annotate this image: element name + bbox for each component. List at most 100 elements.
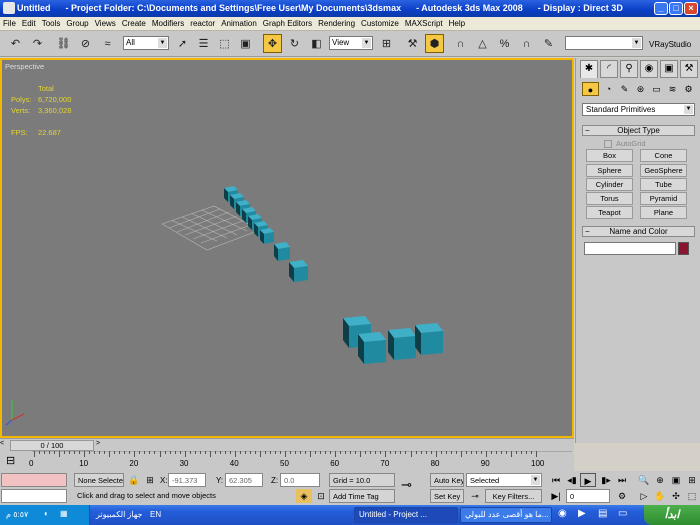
menu-views[interactable]: Views bbox=[92, 17, 119, 28]
cone-button[interactable]: Cone bbox=[640, 149, 687, 162]
menu-edit[interactable]: Edit bbox=[19, 17, 39, 28]
task-browser[interactable]: ما هو أقصى عدد للبولي... bbox=[460, 507, 552, 523]
menu-rendering[interactable]: Rendering bbox=[315, 17, 358, 28]
modify-tab-icon[interactable]: ◜ bbox=[600, 60, 618, 78]
menu-modifiers[interactable]: Modifiers bbox=[149, 17, 187, 28]
quicklaunch-desktop-icon[interactable]: ▭ bbox=[618, 508, 627, 519]
lights-icon[interactable]: ✎ bbox=[616, 82, 633, 96]
slider-next-arrow[interactable]: > bbox=[96, 440, 106, 450]
torus-button[interactable]: Torus bbox=[586, 192, 633, 205]
undo-icon[interactable]: ↶ bbox=[6, 34, 25, 53]
go-to-start-icon[interactable]: ⏮ bbox=[548, 473, 564, 487]
time-configuration-icon[interactable]: ⚙ bbox=[614, 489, 630, 503]
track-bar[interactable]: ⊟ 0 10 20 30 40 50 60 70 80 90 100 bbox=[0, 451, 574, 471]
select-by-name-icon[interactable]: ☰ bbox=[194, 34, 213, 53]
perspective-viewport[interactable]: Perspective Total Polys: 6,720,000 Verts… bbox=[0, 58, 574, 438]
maximize-button[interactable]: □ bbox=[669, 2, 683, 15]
redo-icon[interactable]: ↷ bbox=[28, 34, 47, 53]
menu-maxscript[interactable]: MAXScript bbox=[402, 17, 446, 28]
pan-view-icon[interactable]: ✋ bbox=[652, 489, 668, 503]
arc-rotate-icon[interactable]: ✣ bbox=[668, 489, 684, 503]
hierarchy-tab-icon[interactable]: ⚲ bbox=[620, 60, 638, 78]
edit-named-selection-icon[interactable]: ✎ bbox=[539, 34, 558, 53]
key-mode-toggle-icon[interactable]: ▶| bbox=[548, 489, 564, 503]
pivot-center-icon[interactable]: ⊞ bbox=[377, 34, 396, 53]
selection-toggle-icon[interactable]: ⊡ bbox=[313, 489, 329, 503]
space-warps-icon[interactable]: ≋ bbox=[664, 82, 681, 96]
set-key-button[interactable]: Set Key bbox=[430, 489, 464, 503]
angle-snap-icon[interactable]: △ bbox=[473, 34, 492, 53]
selection-lock-icon[interactable]: 🔒 bbox=[126, 473, 142, 487]
quicklaunch-folder-icon[interactable]: ▤ bbox=[598, 508, 607, 519]
menu-file[interactable]: File bbox=[0, 17, 19, 28]
zoom-all-icon[interactable]: ⊕ bbox=[652, 473, 668, 487]
time-slider-thumb[interactable]: 0 / 100 bbox=[10, 440, 94, 451]
create-tab-icon[interactable]: ✱ bbox=[580, 60, 598, 78]
spinner-snap-icon[interactable]: ∩ bbox=[517, 34, 536, 53]
menu-reactor[interactable]: reactor bbox=[187, 17, 218, 28]
go-to-end-icon[interactable]: ⏭ bbox=[614, 473, 630, 487]
close-button[interactable]: × bbox=[684, 2, 698, 15]
clock[interactable]: ٥:٥٧ م bbox=[6, 510, 28, 519]
cylinder-button[interactable]: Cylinder bbox=[586, 178, 633, 191]
select-and-rotate-icon[interactable]: ↻ bbox=[285, 34, 304, 53]
zoom-extents-all-icon[interactable]: ⊞ bbox=[684, 473, 700, 487]
cameras-icon[interactable]: ⊛ bbox=[632, 82, 649, 96]
select-and-scale-icon[interactable]: ◧ bbox=[307, 34, 326, 53]
window-crossing-icon[interactable]: ▣ bbox=[236, 34, 255, 53]
app-icon[interactable] bbox=[3, 2, 15, 14]
x-coordinate-field[interactable]: -91.373 bbox=[168, 473, 206, 487]
transform-gizmo-icon[interactable]: ◈ bbox=[296, 489, 312, 503]
previous-frame-icon[interactable]: ◂▮ bbox=[564, 473, 580, 487]
motion-tab-icon[interactable]: ◉ bbox=[640, 60, 658, 78]
zoom-extents-icon[interactable]: ▣ bbox=[668, 473, 684, 487]
link-icon[interactable]: ⛓ bbox=[54, 34, 73, 53]
sphere-button[interactable]: Sphere bbox=[586, 164, 633, 177]
open-mini-curve-editor-icon[interactable]: ⊟ bbox=[6, 454, 15, 467]
minimize-button[interactable]: _ bbox=[654, 2, 668, 15]
maximize-viewport-icon[interactable]: ⬚ bbox=[684, 489, 700, 503]
menu-graph-editors[interactable]: Graph Editors bbox=[260, 17, 315, 28]
selection-filter-dropdown[interactable]: All ▼ bbox=[123, 36, 169, 50]
pyramid-button[interactable]: Pyramid bbox=[640, 192, 687, 205]
menu-animation[interactable]: Animation bbox=[218, 17, 260, 28]
teapot-button[interactable]: Teapot bbox=[586, 206, 633, 219]
select-and-manipulate-icon[interactable]: ⚒ bbox=[403, 34, 422, 53]
systems-icon[interactable]: ⚙ bbox=[680, 82, 697, 96]
bind-space-warp-icon[interactable]: ≈ bbox=[98, 34, 117, 53]
object-color-swatch[interactable] bbox=[678, 242, 689, 255]
select-and-move-icon[interactable]: ✥ bbox=[263, 34, 282, 53]
field-of-view-icon[interactable]: ▷ bbox=[636, 489, 652, 503]
unlink-icon[interactable]: ⊘ bbox=[76, 34, 95, 53]
utilities-tab-icon[interactable]: ⚒ bbox=[680, 60, 698, 78]
menu-tools[interactable]: Tools bbox=[39, 17, 64, 28]
menu-create[interactable]: Create bbox=[119, 17, 149, 28]
add-time-tag-button[interactable]: Add Time Tag bbox=[329, 489, 395, 503]
task-3dsmax[interactable]: Untitled - Project ... bbox=[354, 507, 458, 523]
vray-studio-label[interactable]: VRayStudio bbox=[649, 40, 691, 49]
absolute-mode-icon[interactable]: ⊞ bbox=[142, 473, 158, 487]
slider-prev-arrow[interactable]: < bbox=[0, 440, 10, 450]
geometry-icon[interactable]: ● bbox=[582, 82, 599, 96]
menu-group[interactable]: Group bbox=[63, 17, 91, 28]
language-indicator[interactable]: EN bbox=[150, 510, 161, 519]
zoom-icon[interactable]: 🔍 bbox=[636, 473, 652, 487]
display-tab-icon[interactable]: ▣ bbox=[660, 60, 678, 78]
geosphere-button[interactable]: GeoSphere bbox=[640, 164, 687, 177]
named-selection-dropdown[interactable]: ▼ bbox=[565, 36, 643, 50]
computer-label[interactable]: جهاز الكمبيوتر bbox=[96, 510, 142, 519]
y-coordinate-field[interactable]: 62.305 bbox=[225, 473, 263, 487]
auto-key-button[interactable]: Auto Key bbox=[430, 473, 464, 487]
shapes-icon[interactable]: ◔ bbox=[600, 82, 617, 96]
helpers-icon[interactable]: ▭ bbox=[648, 82, 665, 96]
tray-volume-icon[interactable]: ◐ bbox=[44, 509, 49, 518]
plane-button[interactable]: Plane bbox=[640, 206, 687, 219]
name-and-color-rollout[interactable]: − Name and Color bbox=[582, 226, 695, 237]
key-filters-button[interactable]: Key Filters... bbox=[485, 489, 542, 503]
primitive-category-dropdown[interactable]: Standard Primitives ▼ bbox=[582, 103, 695, 116]
maxscript-output-box[interactable] bbox=[1, 489, 67, 503]
snaps-toggle-icon[interactable]: ∩ bbox=[451, 34, 470, 53]
z-coordinate-field[interactable]: 0.0 bbox=[280, 473, 320, 487]
current-frame-field[interactable]: 0 bbox=[566, 489, 610, 503]
maxscript-listener-box[interactable] bbox=[1, 473, 67, 487]
